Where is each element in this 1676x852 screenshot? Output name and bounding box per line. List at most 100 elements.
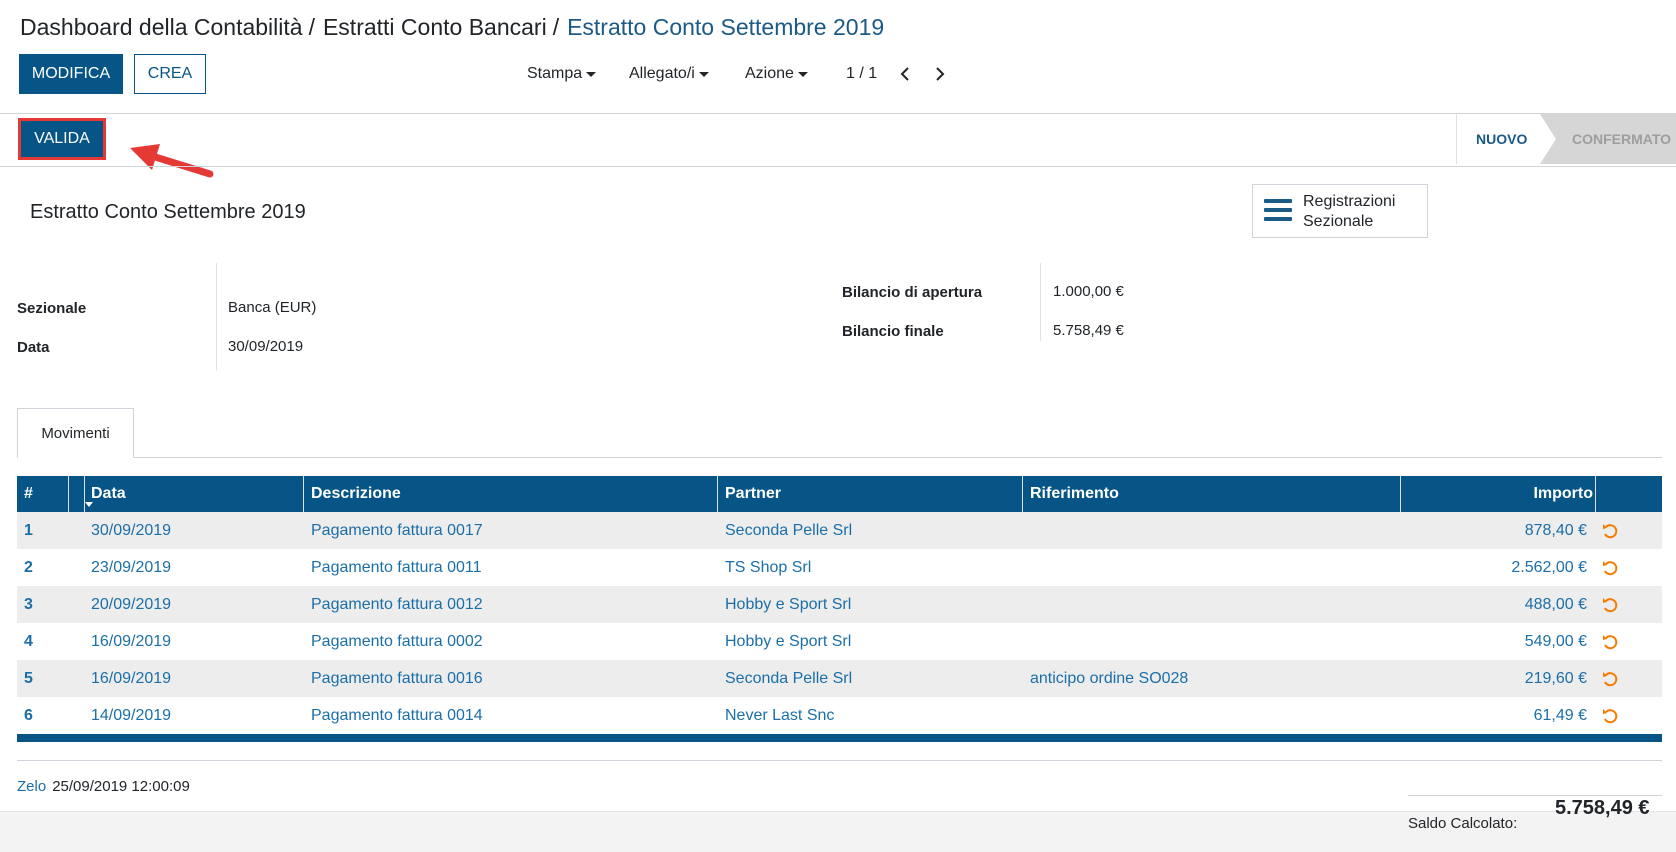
journal-value: Banca (EUR) [228,299,317,316]
breadcrumb: Dashboard della Contabilità / Estratti Con… [20,14,884,41]
caret-down-icon [586,71,597,77]
breadcrumb-current: Estratto Conto Settembre 2019 [567,14,885,40]
status-separator [1456,114,1457,164]
computed-balance-label: Saldo Calcolato: [1408,815,1518,832]
table-row[interactable]: 1 30/09/2019 Pagamento fattura 0017 Seco… [17,512,1662,549]
sort-caret-icon [85,502,93,507]
table-footer [17,734,1662,742]
row-number: 1 [24,521,33,539]
undo-icon[interactable] [1601,549,1619,586]
undo-icon[interactable] [1601,623,1619,660]
journal-entries-button[interactable]: Registrazioni Sezionale [1252,184,1428,238]
status-stage-new[interactable]: NUOVO [1476,131,1527,147]
print-dropdown[interactable]: Stampa [527,65,597,83]
breadcrumb-separator: / [308,14,315,40]
opening-balance-label: Bilancio di apertura [842,284,983,301]
row-date: 14/09/2019 [91,706,172,724]
action-dropdown[interactable]: Azione [745,65,808,83]
closing-balance-value: 5.758,49 € [1053,322,1124,339]
annotation-arrow-icon [130,144,214,178]
undo-icon[interactable] [1601,586,1619,623]
caret-down-icon [797,71,808,77]
row-description: Pagamento fattura 0016 [311,669,483,687]
row-amount: 219,60 € [1524,669,1587,687]
journal-label: Sezionale [17,300,87,317]
chevron-right-icon[interactable] [932,66,948,82]
breadcrumb-item-dashboard[interactable]: Dashboard della Contabilità [20,14,303,40]
column-header-date[interactable]: Data [91,476,126,512]
table-row[interactable]: 2 23/09/2019 Pagamento fattura 0011 TS S… [17,549,1662,586]
row-number: 5 [24,669,33,687]
row-date: 23/09/2019 [91,558,172,576]
chevron-left-icon[interactable] [897,66,913,82]
row-partner: Seconda Pelle Srl [725,669,853,687]
row-description: Pagamento fattura 0012 [311,595,483,613]
row-partner: Hobby e Sport Srl [725,632,852,650]
computed-balance-value: 5.758,49 € [1555,797,1650,819]
breadcrumb-item-statements[interactable]: Estratti Conto Bancari [323,14,547,40]
attachments-dropdown-label: Allegato/i [629,65,695,82]
row-amount: 61,49 € [1533,706,1587,724]
breadcrumb-separator: / [552,14,560,40]
field-separator [216,263,217,371]
row-description: Pagamento fattura 0017 [311,521,483,539]
tab-movements[interactable]: Movimenti [17,408,134,458]
chatter-author[interactable]: Zelo [17,778,46,795]
row-date: 16/09/2019 [91,632,172,650]
row-partner: Never Last Snc [725,706,835,724]
undo-icon[interactable] [1601,697,1619,734]
validate-button[interactable]: VALIDA [18,118,106,160]
row-description: Pagamento fattura 0002 [311,632,483,650]
row-partner: TS Shop Srl [725,558,812,576]
column-header-partner[interactable]: Partner [725,476,781,512]
journal-entries-label: Registrazioni Sezionale [1303,193,1396,230]
row-description: Pagamento fattura 0011 [311,558,482,576]
chatter-message: Zelo 25/09/2019 12:00:09 [17,778,190,795]
column-header-reference[interactable]: Riferimento [1030,476,1119,512]
status-stage-confirmed[interactable]: CONFERMATO [1540,114,1676,164]
row-partner: Hobby e Sport Srl [725,595,852,613]
row-date: 30/09/2019 [91,521,172,539]
field-separator [1040,263,1041,341]
opening-balance-value: 1.000,00 € [1053,283,1124,300]
date-label: Data [17,339,50,356]
print-dropdown-label: Stampa [527,65,583,82]
total-divider [1408,795,1662,796]
tabs-underline [17,457,1662,458]
record-title: Estratto Conto Settembre 2019 [30,201,306,223]
row-number: 2 [24,558,33,576]
action-dropdown-label: Azione [745,65,794,82]
table-row[interactable]: 4 16/09/2019 Pagamento fattura 0002 Hobb… [17,623,1662,660]
row-number: 6 [24,706,33,724]
table-row[interactable]: 3 20/09/2019 Pagamento fattura 0012 Hobb… [17,586,1662,623]
row-date: 16/09/2019 [91,669,172,687]
caret-down-icon [698,71,709,77]
column-header-description[interactable]: Descrizione [311,476,401,512]
row-description: Pagamento fattura 0014 [311,706,483,724]
list-icon [1264,199,1292,223]
create-button[interactable]: CREA [134,54,206,94]
divider [0,166,1676,167]
row-amount: 488,00 € [1524,595,1587,613]
row-amount: 2.562,00 € [1511,558,1587,576]
chatter-timestamp: 25/09/2019 12:00:09 [52,778,190,795]
attachments-dropdown[interactable]: Allegato/i [629,65,709,83]
divider [17,760,1662,761]
row-partner: Seconda Pelle Srl [725,521,853,539]
column-header-amount[interactable]: Importo [1403,476,1593,512]
closing-balance-label: Bilancio finale [842,323,944,340]
row-amount: 878,40 € [1524,521,1587,539]
column-header-number[interactable]: # [24,476,33,512]
undo-icon[interactable] [1601,512,1619,549]
table-row[interactable]: 5 16/09/2019 Pagamento fattura 0016 Seco… [17,660,1662,697]
row-number: 3 [24,595,33,613]
row-amount: 549,00 € [1524,632,1587,650]
date-value: 30/09/2019 [228,338,304,355]
undo-icon[interactable] [1601,660,1619,697]
table-row[interactable]: 6 14/09/2019 Pagamento fattura 0014 Neve… [17,697,1662,734]
row-number: 4 [24,632,33,650]
pager-value[interactable]: 1 / 1 [846,65,877,83]
edit-button[interactable]: MODIFICA [19,54,123,94]
divider [0,113,1676,114]
row-date: 20/09/2019 [91,595,172,613]
